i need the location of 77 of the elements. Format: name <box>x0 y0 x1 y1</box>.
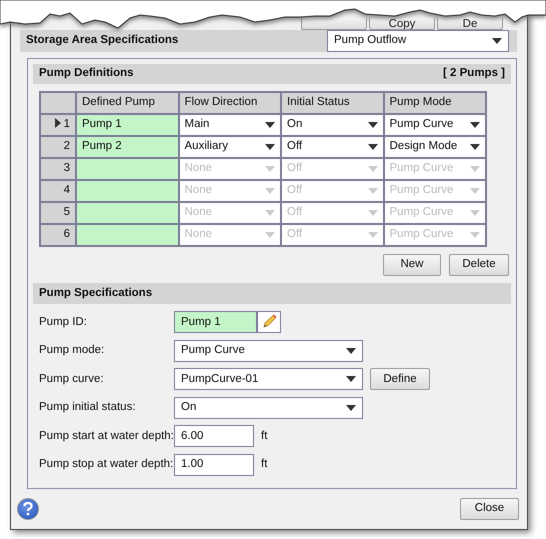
table-cell[interactable]: Pump 1 <box>76 114 178 136</box>
unit-label: ft <box>261 457 268 472</box>
field-label: Pump initial status: <box>39 400 137 416</box>
pump-count: [ 2 Pumps ] <box>443 66 505 82</box>
table-cell[interactable] <box>76 202 178 224</box>
column-header: Defined Pump <box>76 92 178 114</box>
field-label: Pump ID: <box>39 314 88 330</box>
section-title: Pump Definitions <box>39 66 134 82</box>
unit-label: ft <box>261 428 268 444</box>
caret-icon <box>265 210 275 216</box>
dropdown-cell[interactable]: Main <box>178 114 281 136</box>
caret-icon <box>470 144 480 150</box>
row-header[interactable]: 2 <box>40 136 76 158</box>
row-number: 1 <box>64 118 70 130</box>
caret-icon <box>368 210 378 216</box>
row-number: 6 <box>64 228 70 240</box>
input-field[interactable]: 6.00 <box>174 425 254 448</box>
toolbar-button[interactable]: De <box>437 18 503 30</box>
caret-icon <box>265 144 275 150</box>
dropdown-field[interactable]: On <box>174 396 363 419</box>
caret-icon <box>368 188 378 194</box>
row-number: 4 <box>64 184 70 196</box>
dropdown-cell[interactable]: Pump Curve <box>384 114 486 136</box>
input-field[interactable]: 1.00 <box>174 454 254 476</box>
input-field[interactable]: Pump 1 <box>174 311 257 334</box>
column-header: Pump Mode <box>384 92 486 114</box>
row-number: 5 <box>64 206 70 218</box>
caret-icon <box>346 348 356 354</box>
row-header[interactable]: 1 <box>40 114 76 136</box>
table-cell[interactable] <box>76 224 178 246</box>
table-cell[interactable] <box>76 158 178 180</box>
caret-icon <box>368 232 378 238</box>
row-pointer-icon <box>54 118 61 128</box>
toolbar-button[interactable] <box>301 18 367 30</box>
caret-icon <box>470 166 480 172</box>
caret-icon <box>470 210 480 216</box>
caret-icon <box>265 188 275 194</box>
type-dropdown[interactable]: Pump Outflow <box>327 30 509 52</box>
caret-icon <box>265 122 275 128</box>
caret-icon <box>265 166 275 172</box>
caret-icon <box>346 404 356 411</box>
help-icon[interactable] <box>17 498 39 520</box>
delete-button[interactable]: Delete <box>449 254 509 276</box>
row-number: 2 <box>64 140 70 152</box>
dropdown-cell[interactable]: Off <box>281 136 384 158</box>
field-label: Pump curve: <box>39 372 105 387</box>
dropdown-field[interactable]: Pump Curve <box>174 340 363 362</box>
grid-corner <box>40 92 76 114</box>
table-cell[interactable]: Pump 2 <box>76 136 178 158</box>
column-header: Initial Status <box>281 92 384 114</box>
caret-icon <box>368 144 378 150</box>
dropdown-field[interactable]: PumpCurve-01 <box>174 368 363 390</box>
dropdown-cell[interactable]: Auxiliary <box>178 136 281 158</box>
caret-icon <box>492 38 502 44</box>
caret-icon <box>368 166 378 172</box>
dropdown-cell[interactable]: Design Mode <box>384 136 486 158</box>
section-title: Pump Specifications <box>39 286 152 301</box>
table-cell[interactable] <box>76 180 178 202</box>
dropdown-cell[interactable]: On <box>281 114 384 136</box>
edit-button[interactable] <box>257 311 281 334</box>
caret-icon <box>470 232 480 238</box>
field-label: Pump stop at water depth: <box>39 457 174 472</box>
row-number: 3 <box>64 162 70 174</box>
toolbar-button[interactable]: Copy <box>369 18 435 30</box>
caret-icon <box>265 232 275 238</box>
caret-icon <box>470 122 480 128</box>
define-button[interactable]: Define <box>370 368 430 390</box>
field-label: Pump mode: <box>39 343 106 358</box>
column-header: Flow Direction <box>178 92 281 114</box>
field-label: Pump start at water depth: <box>39 428 174 444</box>
pencil-icon <box>261 314 277 330</box>
close-button[interactable]: Close <box>460 498 519 520</box>
caret-icon <box>368 122 378 128</box>
new-button[interactable]: New <box>383 254 441 276</box>
caret-icon <box>346 376 356 382</box>
section-title: Storage Area Specifications <box>26 33 178 48</box>
caret-icon <box>470 188 480 194</box>
